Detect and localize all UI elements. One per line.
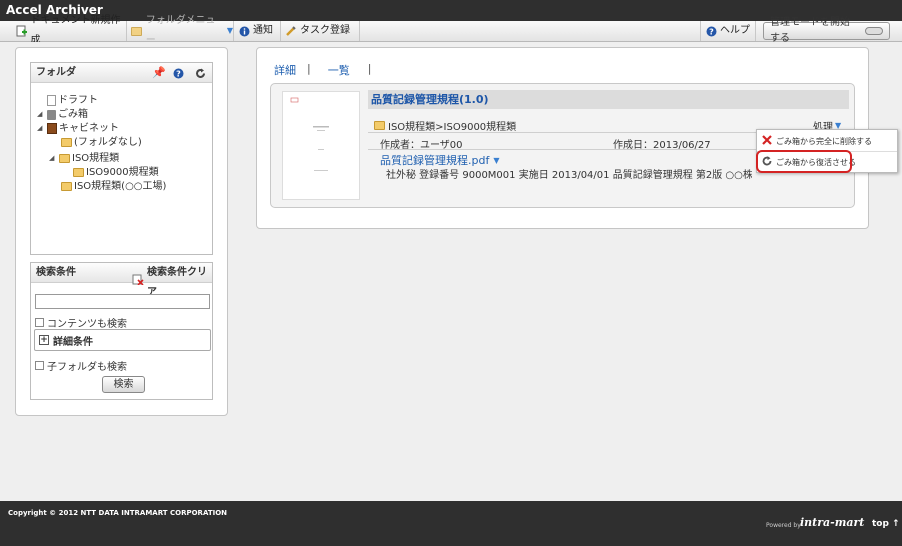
folder-icon bbox=[59, 154, 70, 163]
help-button[interactable]: ? ヘルプ bbox=[700, 21, 756, 41]
folder-icon bbox=[374, 121, 385, 130]
subfolder-search-label: 子フォルダも検索 bbox=[47, 362, 127, 373]
tree-label: ISO9000規程類 bbox=[86, 167, 159, 178]
folder-panel-header: フォルダ 📌 ? bbox=[31, 63, 212, 83]
tree-label: ドラフト bbox=[58, 95, 98, 106]
menu-item-label: ごみ箱から完全に削除する bbox=[776, 136, 872, 146]
footer: Copyright © 2012 NTT DATA INTRAMART CORP… bbox=[0, 501, 902, 546]
search-panel-title: 検索条件 bbox=[36, 267, 76, 278]
tree-item-draft[interactable]: ドラフト bbox=[47, 94, 98, 107]
document-thumbnail[interactable] bbox=[282, 91, 360, 200]
tab-divider: | bbox=[367, 62, 372, 75]
help-label: ヘルプ bbox=[720, 25, 750, 36]
content-search-label: コンテンツも検索 bbox=[47, 319, 127, 330]
tree-label: (フォルダなし) bbox=[74, 137, 142, 148]
document-title[interactable]: 品質記録管理規程(1.0) bbox=[368, 90, 849, 109]
tab-detail[interactable]: 詳細 bbox=[272, 62, 307, 78]
document-path-label: ISO規程類>ISO9000規程類 bbox=[388, 122, 517, 133]
notify-button[interactable]: 通知 bbox=[234, 21, 281, 41]
folder-panel: フォルダ 📌 ? ドラフト ◢ ごみ箱 ◢ キャビネット (フォルダなし) ◢ … bbox=[30, 62, 213, 255]
detail-conditions-toggle[interactable]: + 詳細条件 bbox=[34, 329, 211, 351]
folder-icon bbox=[61, 138, 72, 147]
document-meta: 社外秘 登録番号 9000M001 実施日 2013/04/01 品質記録管理規… bbox=[386, 170, 752, 181]
checkbox-box[interactable] bbox=[35, 318, 44, 327]
chevron-down-icon: ▼ bbox=[493, 155, 500, 165]
back-to-top-link[interactable]: top ↑ bbox=[872, 519, 900, 529]
toggle-icon bbox=[864, 27, 883, 35]
thumbnail-preview bbox=[290, 97, 329, 171]
tab-list[interactable]: 一覧 bbox=[311, 62, 361, 78]
subfolder-search-checkbox[interactable]: 子フォルダも検索 bbox=[35, 358, 127, 373]
info-icon bbox=[238, 25, 250, 37]
trash-icon bbox=[47, 109, 56, 120]
refresh-icon[interactable] bbox=[195, 67, 206, 87]
task-register-button[interactable]: タスク登録 bbox=[281, 21, 360, 41]
tree-item-cabinet[interactable]: ◢ キャビネット bbox=[37, 122, 119, 135]
expand-arrow-icon[interactable]: ◢ bbox=[49, 152, 57, 165]
tree-item-iso[interactable]: ◢ ISO規程類 bbox=[49, 152, 119, 165]
checkbox-box[interactable] bbox=[35, 361, 44, 370]
tree-label: キャビネット bbox=[59, 123, 119, 134]
tree-label: ISO規程類 bbox=[72, 153, 120, 164]
view-tabs: 詳細 | 一覧 | bbox=[272, 62, 371, 78]
folder-menu-button[interactable]: フォルダメニュー ▼ bbox=[127, 15, 234, 46]
tree-item-no-folder[interactable]: (フォルダなし) bbox=[61, 136, 142, 149]
plus-icon: + bbox=[39, 335, 49, 345]
expand-arrow-icon[interactable]: ◢ bbox=[37, 108, 45, 121]
search-input[interactable] bbox=[35, 294, 210, 309]
content-search-checkbox[interactable]: コンテンツも検索 bbox=[35, 315, 127, 330]
search-panel-header: 検索条件 検索条件クリア bbox=[31, 263, 212, 298]
search-panel: 検索条件 検索条件クリア コンテンツも検索 + 詳細条件 子フォルダも検索 検索 bbox=[30, 262, 213, 400]
highlight-annotation bbox=[756, 150, 852, 173]
draft-icon bbox=[47, 95, 56, 106]
search-button[interactable]: 検索 bbox=[102, 376, 145, 393]
folder-icon bbox=[61, 182, 72, 191]
svg-text:?: ? bbox=[709, 27, 714, 36]
help-icon[interactable]: ? bbox=[173, 67, 184, 87]
new-document-icon bbox=[16, 25, 28, 37]
detail-conditions-label: 詳細条件 bbox=[53, 336, 93, 348]
tree-item-iso9000[interactable]: ISO9000規程類 bbox=[73, 166, 159, 179]
tree-item-iso-factory[interactable]: ISO規程類(○○工場) bbox=[61, 180, 166, 193]
delete-x-icon bbox=[762, 135, 772, 147]
pin-icon[interactable]: 📌 bbox=[152, 63, 166, 83]
powered-by-label: Powered by bbox=[766, 522, 801, 529]
toolbar: ドキュメント新規作成 フォルダメニュー ▼ 通知 タスク登録 ? ヘルプ 管理モ… bbox=[0, 15, 902, 46]
expand-arrow-icon[interactable]: ◢ bbox=[37, 122, 45, 135]
menu-item-delete-permanently[interactable]: ごみ箱から完全に削除する bbox=[757, 131, 897, 151]
notify-label: 通知 bbox=[253, 25, 273, 36]
tree-item-trash[interactable]: ◢ ごみ箱 bbox=[37, 108, 88, 121]
copyright: Copyright © 2012 NTT DATA INTRAMART CORP… bbox=[8, 509, 228, 517]
app-title: Accel Archiver bbox=[0, 0, 902, 21]
help-icon: ? bbox=[705, 25, 717, 37]
folder-icon bbox=[131, 25, 143, 37]
tree-label: ISO規程類(○○工場) bbox=[74, 181, 167, 192]
new-document-button[interactable]: ドキュメント新規作成 bbox=[12, 15, 127, 46]
admin-mode-button[interactable]: 管理モードを開始する bbox=[763, 17, 890, 44]
cabinet-icon bbox=[47, 123, 57, 134]
document-path: ISO規程類>ISO9000規程類 bbox=[374, 118, 516, 133]
chevron-down-icon: ▼ bbox=[226, 26, 233, 35]
clear-icon bbox=[132, 273, 144, 293]
brand-logo: intra-mart bbox=[800, 516, 865, 529]
tree-label: ごみ箱 bbox=[58, 109, 88, 120]
svg-text:?: ? bbox=[176, 70, 181, 79]
task-icon bbox=[285, 25, 297, 37]
folder-icon bbox=[73, 168, 84, 177]
task-label: タスク登録 bbox=[300, 25, 350, 36]
folder-panel-title: フォルダ bbox=[36, 67, 76, 78]
